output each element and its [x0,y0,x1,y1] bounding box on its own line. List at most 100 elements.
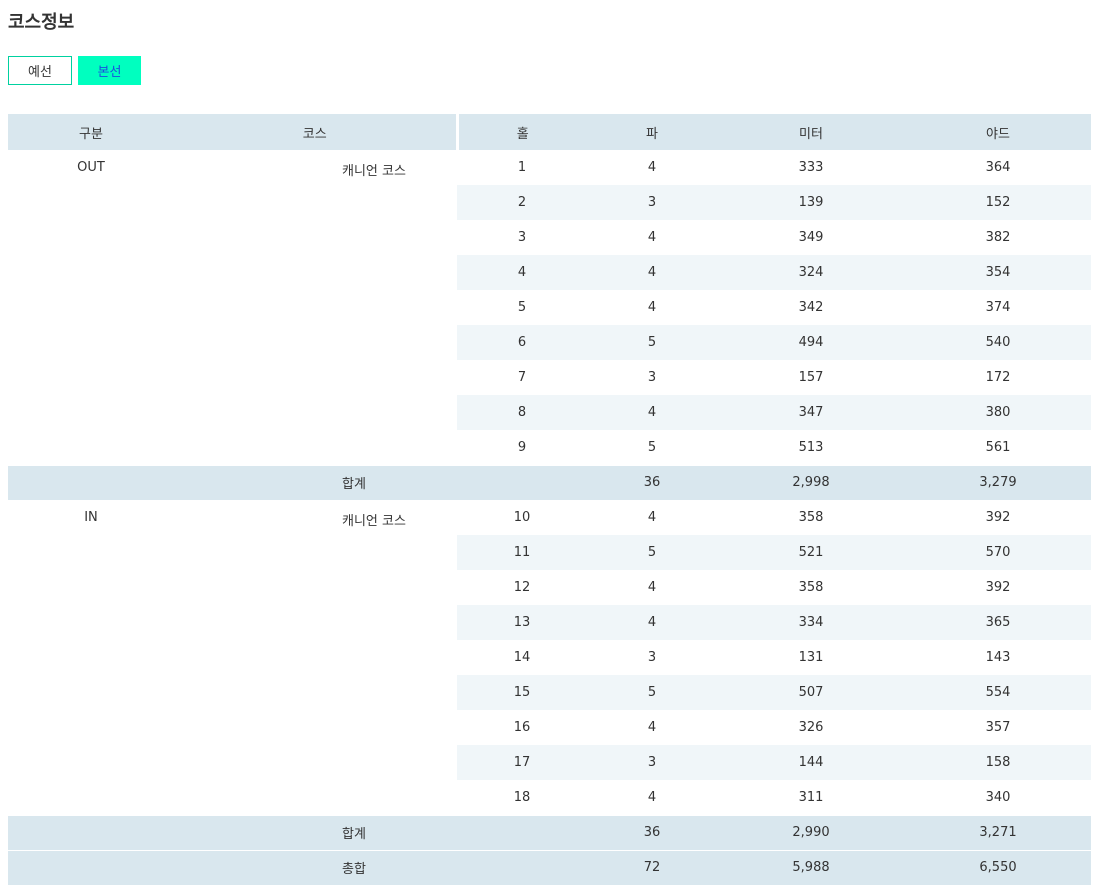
header-course: 코스 [174,114,459,150]
subtotal-yard: 3,279 [905,464,1091,500]
cell-hole: 5 [517,300,527,315]
cell-hole: 1 [517,160,527,175]
cell-yard: 540 [905,325,1091,360]
table-header-row: 구분 코스 홀 파 미터 야드 [8,114,1091,150]
table-row: IN 캐니언 코스 10 4 358 392 [8,500,1091,815]
cell-yard: 554 [905,675,1091,710]
cell-hole: 18 [513,789,531,805]
cell-yard: 380 [905,395,1091,430]
total-empty [8,849,174,885]
cell-hole: 13 [457,605,587,640]
subtotal-meter: 2,998 [717,464,905,500]
cell-yard: 374 [985,300,1011,315]
cell-hole: 4 [457,255,587,290]
cell-par: 3 [587,745,717,780]
subtotal-row: 합계 36 2,990 3,271 [8,814,1091,850]
cell-par: 3 [647,370,657,385]
cell-par: 4 [587,605,717,640]
cell-par: 3 [647,650,657,665]
total-yard: 6,550 [905,849,1091,885]
total-meter: 5,988 [717,849,905,885]
cell-hole: 6 [457,325,587,360]
cell-yard: 357 [985,720,1011,735]
cell-meter: 157 [798,370,824,385]
cell-yard: 382 [985,230,1011,245]
cell-meter: 139 [717,185,905,220]
subtotal-par: 36 [587,464,717,500]
cell-meter: 311 [798,789,824,805]
cell-hole: 10 [513,510,531,525]
cell-par: 4 [647,510,657,525]
subtotal-row: 합계 36 2,998 3,279 [8,464,1091,500]
subtotal-label: 합계 [174,814,457,850]
cell-yard: 365 [905,605,1091,640]
section-course-name: 캐니언 코스 [174,500,457,815]
cell-meter: 507 [717,675,905,710]
cell-meter: 342 [798,300,824,315]
cell-meter: 349 [798,230,824,245]
cell-meter: 358 [798,580,824,595]
cell-yard: 364 [985,160,1011,175]
header-hole: 홀 [457,114,587,150]
tab-final[interactable]: 본선 [78,56,141,85]
header-par: 파 [587,114,717,150]
table-body: OUT 캐니언 코스 1 4 333 364 2 3 139 152 3 4 349 382 4 4 324 35… [8,150,1091,885]
cell-yard: 570 [905,535,1091,570]
subtotal-hole [457,464,587,500]
section-group: OUT [8,150,174,465]
cell-par: 5 [587,675,717,710]
tab-qualifier[interactable]: 예선 [8,56,72,85]
total-row: 총합 72 5,988 6,550 [8,849,1091,885]
header-group: 구분 [8,114,174,150]
header-meter: 미터 [717,114,905,150]
table-row: OUT 캐니언 코스 1 4 333 364 [8,150,1091,465]
cell-hole: 17 [457,745,587,780]
cell-meter: 131 [798,650,824,665]
cell-par: 4 [647,300,657,315]
subtotal-label: 합계 [174,464,457,500]
cell-par: 3 [587,185,717,220]
cell-yard: 354 [905,255,1091,290]
cell-yard: 152 [905,185,1091,220]
cell-meter: 333 [798,160,824,175]
cell-hole: 14 [513,650,531,665]
total-hole [457,849,587,885]
subtotal-hole [457,814,587,850]
course-info-table: 구분 코스 홀 파 미터 야드 OUT 캐니언 코스 1 4 333 364 2 3 139 15… [8,114,1091,885]
cell-yard: 561 [985,439,1011,455]
section-course-name: 캐니언 코스 [174,150,457,465]
page-title: 코스정보 [8,12,75,33]
cell-yard: 143 [985,650,1011,665]
cell-par: 4 [647,789,657,805]
total-par: 72 [587,849,717,885]
cell-hole: 7 [517,370,527,385]
cell-meter: 144 [717,745,905,780]
subtotal-yard: 3,271 [905,814,1091,850]
cell-meter: 521 [717,535,905,570]
cell-meter: 494 [717,325,905,360]
cell-hole: 2 [457,185,587,220]
cell-meter: 324 [717,255,905,290]
cell-yard: 158 [905,745,1091,780]
cell-hole: 11 [457,535,587,570]
cell-meter: 334 [717,605,905,640]
cell-yard: 172 [985,370,1011,385]
subtotal-par: 36 [587,814,717,850]
round-tabs: 예선 본선 [8,56,141,85]
total-label: 총합 [174,849,457,885]
subtotal-empty [8,464,174,500]
cell-par: 5 [587,325,717,360]
cell-yard: 392 [985,510,1011,525]
header-yard: 야드 [905,114,1091,150]
cell-par: 5 [587,535,717,570]
section-group: IN [8,500,174,815]
cell-par: 5 [647,439,657,455]
cell-yard: 340 [985,789,1011,805]
cell-par: 4 [647,160,657,175]
cell-par: 4 [647,580,657,595]
cell-par: 4 [647,230,657,245]
cell-par: 4 [587,255,717,290]
cell-hole: 9 [517,439,527,455]
cell-hole: 3 [517,230,527,245]
cell-yard: 392 [985,580,1011,595]
